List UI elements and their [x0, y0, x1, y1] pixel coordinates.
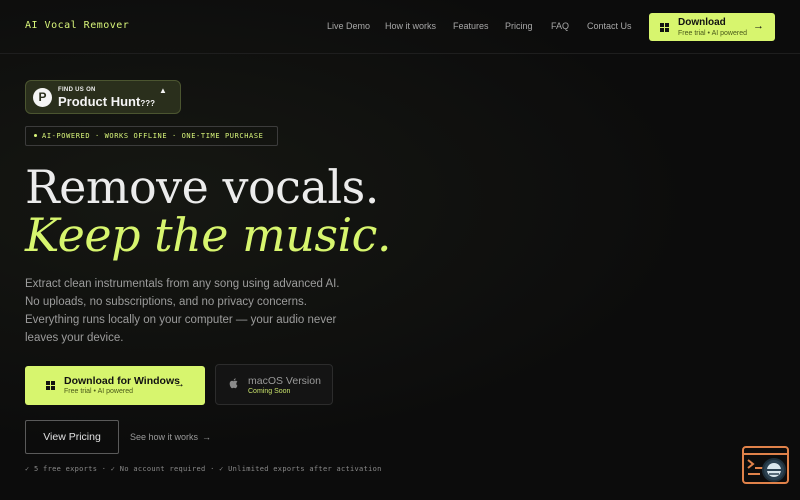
- nav-download-label: Download: [678, 17, 726, 28]
- download-windows-label: Download for Windows: [64, 375, 180, 387]
- nav-download-sub: Free trial • AI powered: [678, 30, 747, 37]
- badge-dot-icon: [34, 133, 37, 137]
- nav-download-button[interactable]: Download Free trial • AI powered →: [649, 13, 775, 41]
- download-windows-sub: Free trial • AI powered: [64, 388, 133, 395]
- nav-link-faq[interactable]: FAQ: [551, 21, 569, 31]
- feature-badge: AI-POWERED · WORKS OFFLINE · ONE-TIME PU…: [25, 126, 278, 146]
- badge-text: AI-POWERED · WORKS OFFLINE · ONE-TIME PU…: [42, 132, 264, 140]
- windows-icon: [46, 381, 55, 390]
- product-hunt-small-text: FIND US ON: [58, 87, 96, 93]
- hero-subheadline: Keep the music.: [25, 208, 392, 262]
- arrow-right-icon: →: [753, 20, 764, 32]
- arrow-right-icon: →: [174, 378, 185, 390]
- see-how-it-works-link[interactable]: See how it works →: [130, 432, 211, 442]
- product-hunt-icon: P: [33, 88, 52, 107]
- product-hunt-badge[interactable]: P FIND US ON Product Hunt??? ▲: [25, 80, 181, 114]
- top-nav: AI Vocal Remover Live Demo How it works …: [0, 0, 800, 54]
- site-logo[interactable]: AI Vocal Remover: [25, 20, 129, 31]
- product-hunt-title: Product Hunt???: [58, 94, 155, 109]
- nav-link-pricing[interactable]: Pricing: [505, 21, 533, 31]
- hero-headline: Remove vocals.: [25, 160, 379, 214]
- product-hunt-suffix: ???: [140, 99, 155, 108]
- nav-link-contact[interactable]: Contact Us: [587, 21, 632, 31]
- chat-widget-icon[interactable]: [742, 446, 790, 486]
- product-hunt-name: Product Hunt: [58, 94, 141, 109]
- view-pricing-button[interactable]: View Pricing: [25, 420, 119, 454]
- nav-link-live-demo[interactable]: Live Demo: [327, 21, 370, 31]
- arrow-right-icon: →: [202, 432, 212, 442]
- apple-icon: [229, 378, 238, 389]
- hero-description: Extract clean instrumentals from any son…: [25, 278, 340, 344]
- feature-footnote: ✓ 5 free exports · ✓ No account required…: [25, 465, 382, 473]
- windows-icon: [660, 23, 669, 32]
- nav-link-how-it-works[interactable]: How it works: [385, 21, 436, 31]
- download-windows-button[interactable]: Download for Windows Free trial • AI pow…: [25, 366, 205, 405]
- nav-link-features[interactable]: Features: [453, 21, 489, 31]
- upvote-triangle-icon: ▲: [159, 86, 167, 95]
- see-how-it-works-label: See how it works: [130, 432, 199, 442]
- macos-version-button[interactable]: macOS Version Coming Soon: [215, 364, 333, 405]
- macos-version-label: macOS Version: [248, 375, 321, 387]
- coming-soon-label: Coming Soon: [248, 388, 291, 395]
